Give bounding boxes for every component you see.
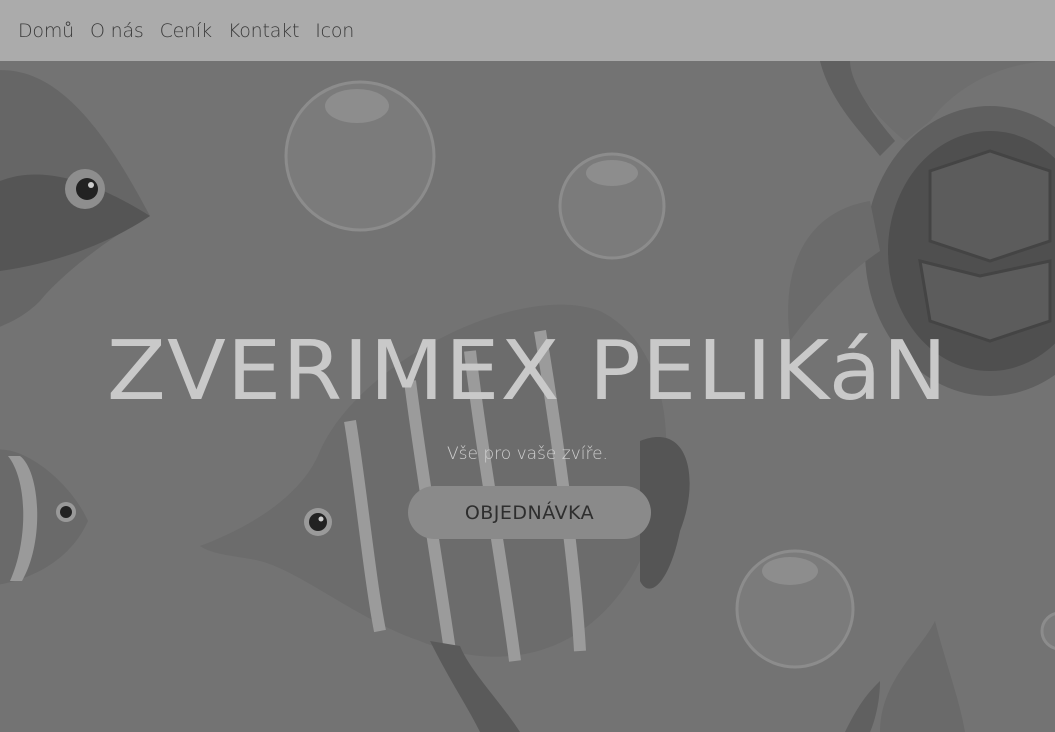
- nav-link-icon[interactable]: Icon: [315, 20, 354, 42]
- nav-link-home[interactable]: Domů: [18, 20, 74, 42]
- site-title: ZVERIMEX PELIKáN: [106, 324, 949, 419]
- bubble-icon: [284, 80, 436, 232]
- nav-link-contact[interactable]: Kontakt: [228, 20, 300, 42]
- nav-link-pricing[interactable]: Ceník: [160, 20, 212, 42]
- bubble-icon: [558, 152, 666, 260]
- top-navigation: Domů O nás Ceník Kontakt Icon: [0, 0, 1055, 61]
- nav-link-about[interactable]: O nás: [90, 20, 144, 42]
- order-button[interactable]: OBJEDNÁVKA: [408, 486, 651, 539]
- site-tagline: Vše pro vaše zvíře.: [447, 444, 608, 464]
- bubble-icon: [735, 549, 855, 669]
- hero-section: ZVERIMEX PELIKáN Vše pro vaše zvíře. OBJ…: [0, 61, 1055, 732]
